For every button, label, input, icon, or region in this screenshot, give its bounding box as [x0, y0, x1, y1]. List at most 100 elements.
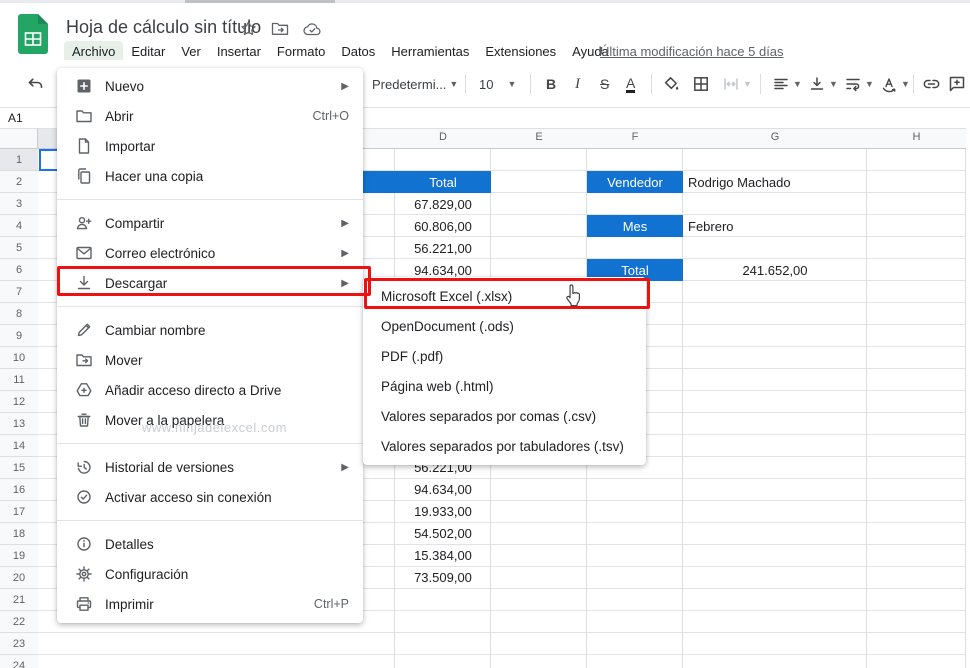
- row-header-17[interactable]: 17: [0, 501, 38, 523]
- column-header-e[interactable]: E: [491, 131, 587, 143]
- row-header-1[interactable]: 1: [0, 149, 38, 171]
- font-size-select[interactable]: 10 ▼: [479, 60, 516, 108]
- row-header-14[interactable]: 14: [0, 435, 38, 457]
- file-menu-mover[interactable]: Mover: [57, 345, 363, 375]
- font-family-select[interactable]: Predetermi... ▼: [372, 60, 458, 108]
- star-icon[interactable]: [240, 20, 257, 37]
- submenu-item-html[interactable]: Página web (.html): [363, 371, 646, 401]
- file-menu-acceso-offline[interactable]: Activar acceso sin conexión: [57, 482, 363, 512]
- row-header-23[interactable]: 23: [0, 633, 38, 655]
- row-header-2[interactable]: 2: [0, 171, 38, 193]
- cell-d2[interactable]: Total: [363, 171, 491, 193]
- row-header-18[interactable]: 18: [0, 523, 38, 545]
- menu-herramientas[interactable]: Herramientas: [383, 41, 477, 62]
- name-box[interactable]: A1: [8, 111, 23, 125]
- row-header-24[interactable]: 24: [0, 655, 38, 668]
- menu-archivo[interactable]: Archivo: [64, 40, 124, 62]
- file-menu-imprimir[interactable]: Imprimir Ctrl+P: [57, 589, 363, 619]
- file-menu-detalles[interactable]: Detalles: [57, 529, 363, 559]
- copy-icon: [75, 167, 93, 185]
- row-header-11[interactable]: 11: [0, 369, 38, 391]
- column-header-a-selected[interactable]: [38, 128, 57, 149]
- row-header-9[interactable]: 9: [0, 325, 38, 347]
- column-header-h[interactable]: H: [867, 131, 966, 143]
- file-menu-drive-shortcut[interactable]: Añadir acceso directo a Drive: [57, 375, 363, 405]
- row-header-22[interactable]: 22: [0, 611, 38, 633]
- cell-d4[interactable]: 60.806,00: [395, 215, 491, 237]
- row-header-5[interactable]: 5: [0, 237, 38, 259]
- cell-g2[interactable]: Rodrigo Machado: [688, 171, 866, 193]
- file-menu-nuevo[interactable]: Nuevo ▶: [57, 71, 363, 101]
- cloud-status-icon[interactable]: [303, 21, 322, 36]
- row-header-7[interactable]: 7: [0, 281, 38, 303]
- row-header-12[interactable]: 12: [0, 391, 38, 413]
- insert-link-icon[interactable]: [922, 60, 941, 108]
- row-header-4[interactable]: 4: [0, 215, 38, 237]
- file-menu-importar[interactable]: Importar: [57, 131, 363, 161]
- file-menu-abrir[interactable]: Abrir Ctrl+O: [57, 101, 363, 131]
- chevron-down-icon: ▼: [865, 79, 874, 89]
- menu-formato[interactable]: Formato: [269, 41, 333, 62]
- cursor-hand-icon: [563, 283, 585, 314]
- row-header-16[interactable]: 16: [0, 479, 38, 501]
- move-folder-icon[interactable]: [271, 21, 289, 37]
- last-modified-link[interactable]: Última modificación hace 5 días: [600, 44, 784, 59]
- column-header-g[interactable]: G: [683, 131, 867, 143]
- cell-d16[interactable]: 94.634,00: [395, 478, 491, 500]
- file-menu-compartir[interactable]: Compartir ▶: [57, 208, 363, 238]
- fill-color-icon[interactable]: [662, 60, 680, 108]
- cell-d19[interactable]: 15.384,00: [395, 544, 491, 566]
- row-header-6[interactable]: 6: [0, 259, 38, 281]
- cell-d17[interactable]: 19.933,00: [395, 500, 491, 522]
- file-menu-hacer-copia[interactable]: Hacer una copia: [57, 161, 363, 191]
- column-header-d[interactable]: D: [395, 131, 491, 143]
- submenu-item-pdf[interactable]: PDF (.pdf): [363, 341, 646, 371]
- undo-icon[interactable]: [26, 60, 44, 108]
- submenu-item-csv[interactable]: Valores separados por comas (.csv): [363, 401, 646, 431]
- text-wrap-icon[interactable]: ▼: [844, 60, 874, 108]
- bold-button[interactable]: B: [546, 60, 556, 108]
- file-menu-historial[interactable]: Historial de versiones ▶: [57, 452, 363, 482]
- vertical-align-icon[interactable]: ▼: [808, 60, 838, 108]
- row-header-13[interactable]: 13: [0, 413, 38, 435]
- trash-icon: [75, 411, 93, 429]
- column-header-f[interactable]: F: [587, 131, 683, 143]
- row-header-10[interactable]: 10: [0, 347, 38, 369]
- submenu-item-ods[interactable]: OpenDocument (.ods): [363, 311, 646, 341]
- document-title[interactable]: Hoja de cálculo sin título: [66, 17, 261, 38]
- merge-cells-icon[interactable]: ▼: [722, 60, 752, 108]
- cell-d18[interactable]: 54.502,00: [395, 522, 491, 544]
- menu-insertar[interactable]: Insertar: [209, 41, 269, 62]
- row-header-20[interactable]: 20: [0, 567, 38, 589]
- sheets-logo-icon[interactable]: [18, 14, 48, 54]
- cell-f4[interactable]: Mes: [587, 215, 683, 237]
- row-header-19[interactable]: 19: [0, 545, 38, 567]
- insert-comment-icon[interactable]: [948, 60, 966, 108]
- cell-d20[interactable]: 73.509,00: [395, 566, 491, 588]
- row-header-21[interactable]: 21: [0, 589, 38, 611]
- row-header-15[interactable]: 15: [0, 457, 38, 479]
- cell-d5[interactable]: 56.221,00: [395, 237, 491, 259]
- cell-g6[interactable]: 241.652,00: [683, 259, 867, 281]
- submenu-item-tsv[interactable]: Valores separados por tabuladores (.tsv): [363, 431, 646, 461]
- cell-g4[interactable]: Febrero: [688, 215, 866, 237]
- cell-f2[interactable]: Vendedor: [587, 171, 683, 193]
- cell-d3[interactable]: 67.829,00: [395, 193, 491, 215]
- menu-datos[interactable]: Datos: [333, 41, 383, 62]
- row-header-3[interactable]: 3: [0, 193, 38, 215]
- share-icon: [75, 214, 93, 232]
- file-menu-configuracion[interactable]: Configuración: [57, 559, 363, 589]
- menu-ver[interactable]: Ver: [173, 41, 209, 62]
- select-all-corner[interactable]: [0, 128, 38, 149]
- horizontal-align-icon[interactable]: ▼: [772, 60, 802, 108]
- file-menu-cambiar-nombre[interactable]: Cambiar nombre: [57, 315, 363, 345]
- menu-extensiones[interactable]: Extensiones: [477, 41, 564, 62]
- file-menu-correo[interactable]: Correo electrónico ▶: [57, 238, 363, 268]
- italic-button[interactable]: I: [575, 60, 580, 108]
- borders-icon[interactable]: [692, 60, 710, 108]
- text-rotation-icon[interactable]: ▼: [880, 60, 910, 108]
- menu-editar[interactable]: Editar: [123, 41, 173, 62]
- text-color-button[interactable]: A: [626, 60, 636, 108]
- row-header-8[interactable]: 8: [0, 303, 38, 325]
- strikethrough-button[interactable]: S: [600, 60, 609, 108]
